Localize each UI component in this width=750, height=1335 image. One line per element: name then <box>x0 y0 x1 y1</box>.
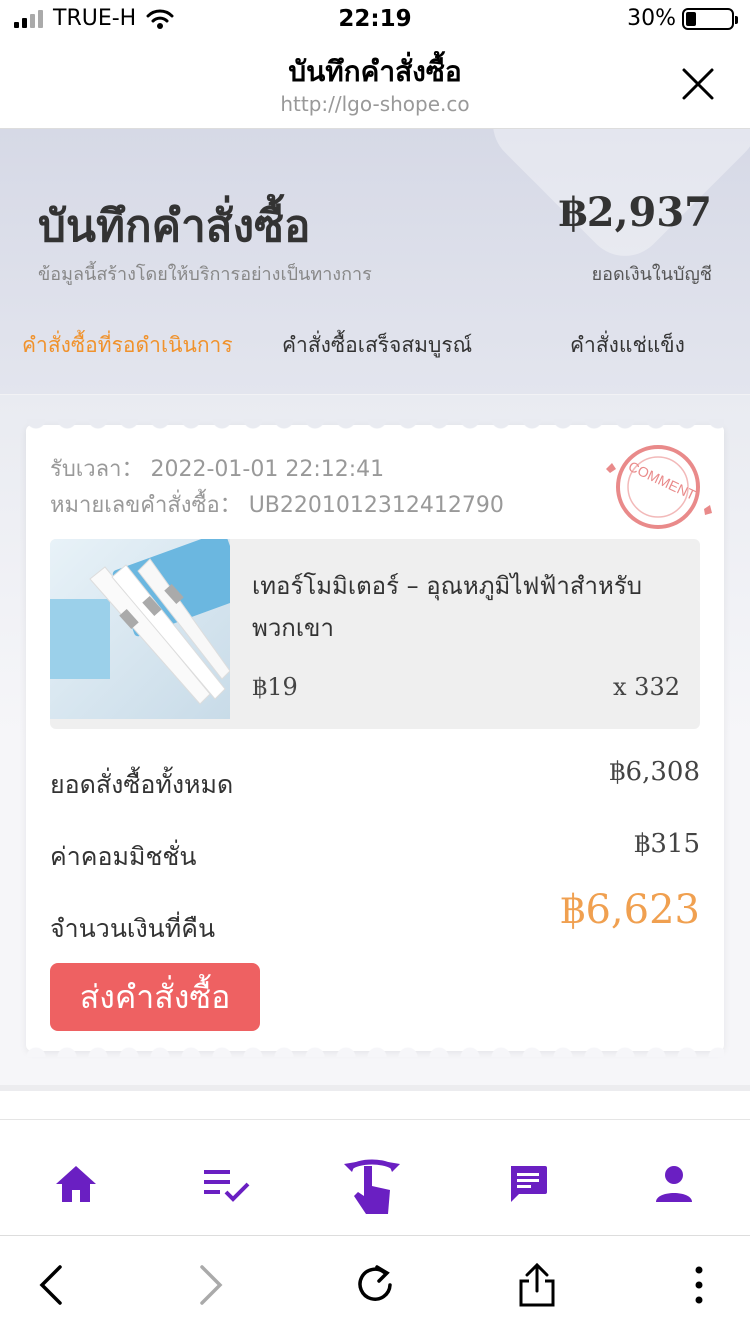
hero-title: บันทึกคำสั่งซื้อ <box>38 201 311 252</box>
order-time-row: รับเวลา： 2022-01-01 22:12:41 <box>50 451 384 486</box>
browser-header: บันทึกคำสั่งซื้อ http://lgo-shope.co <box>0 40 750 129</box>
order-time-label: รับเวลา： <box>50 457 144 482</box>
order-number-value: UB2201012312412790 <box>248 493 504 518</box>
reload-icon <box>358 1265 392 1301</box>
commission-row: ค่าคอมมิชชั่น ฿315 <box>50 827 700 877</box>
message-icon <box>511 1166 547 1202</box>
nav-tasks[interactable] <box>197 1154 257 1214</box>
forward-button[interactable] <box>186 1260 236 1310</box>
bottom-nav <box>0 1119 750 1236</box>
nav-home[interactable] <box>46 1154 106 1214</box>
submit-order-button[interactable]: ส่งคำสั่งซื้อ <box>50 963 260 1031</box>
status-right: 30% <box>627 6 738 31</box>
thermometer-image <box>50 539 248 705</box>
card-scallop-top <box>26 419 724 429</box>
account-balance: ฿2,937 <box>558 189 712 236</box>
nav-messages[interactable] <box>498 1154 558 1214</box>
close-icon[interactable] <box>678 64 718 104</box>
account-balance-label: ยอดเงินในบัญชี <box>591 264 712 285</box>
back-button[interactable] <box>26 1260 76 1310</box>
home-icon <box>56 1166 96 1202</box>
forward-icon <box>200 1265 223 1305</box>
order-total-row: ยอดสั่งซื้อทั้งหมด ฿6,308 <box>50 755 700 805</box>
battery-icon <box>682 7 738 30</box>
share-button[interactable] <box>512 1260 562 1310</box>
page-url[interactable]: http://lgo-shope.co <box>0 92 750 116</box>
product-image <box>50 539 248 719</box>
order-total-value: ฿6,308 <box>609 757 700 787</box>
hero-subtitle: ข้อมูลนี้สร้างโดยให้บริการอย่างเป็นทางกา… <box>38 264 372 285</box>
order-number-row: หมายเลขคำสั่งซื้อ： UB2201012312412790 <box>50 487 504 522</box>
product-item[interactable]: เทอร์โมมิเตอร์ – อุณหภูมิไฟฟ้าสำหรับพวกเ… <box>50 539 700 729</box>
tab-frozen[interactable]: คำสั่งแช่แข็ง <box>570 329 685 362</box>
reload-button[interactable] <box>350 1260 400 1310</box>
refund-row: จำนวนเงินที่คืน ฿6,623 <box>50 887 700 949</box>
order-tabs: คำสั่งซื้อที่รอดำเนินการ คำสั่งซื้อเสร็จ… <box>0 329 750 369</box>
nav-profile[interactable] <box>644 1154 704 1214</box>
browser-toolbar <box>0 1235 750 1335</box>
back-icon <box>39 1265 62 1305</box>
refund-label: จำนวนเงินที่คืน <box>50 914 216 943</box>
order-time-value: 2022-01-01 22:12:41 <box>150 457 385 482</box>
comment-stamp: COMMENT <box>606 445 712 529</box>
product-price: ฿19 <box>252 673 298 701</box>
card-scallop-bottom <box>26 1047 724 1057</box>
tab-completed[interactable]: คำสั่งซื้อเสร็จสมบูรณ์ <box>282 329 472 362</box>
refund-value: ฿6,623 <box>560 887 700 933</box>
more-button[interactable] <box>674 1260 724 1310</box>
product-name: เทอร์โมมิเตอร์ – อุณหภูมิไฟฟ้าสำหรับพวกเ… <box>252 572 642 642</box>
page-title: บันทึกคำสั่งซื้อ <box>288 55 462 88</box>
status-bar: TRUE-H 22:19 30% <box>0 0 750 40</box>
task-list-icon <box>204 1170 250 1202</box>
share-icon <box>519 1263 555 1307</box>
tap-hand-icon <box>344 1159 400 1214</box>
nav-grab[interactable] <box>342 1154 402 1214</box>
order-number-label: หมายเลขคำสั่งซื้อ： <box>50 493 242 518</box>
commission-value: ฿315 <box>633 829 700 859</box>
product-quantity: x 332 <box>613 673 680 701</box>
more-icon <box>695 1266 703 1304</box>
battery-percent: 30% <box>627 6 676 31</box>
hero-banner: บันทึกคำสั่งซื้อ ข้อมูลนี้สร้างโดยให้บริ… <box>0 129 750 394</box>
order-card: รับเวลา： 2022-01-01 22:12:41 หมายเลขคำสั… <box>26 419 724 1057</box>
commission-label: ค่าคอมมิชชั่น <box>50 842 197 871</box>
order-list: รับเวลา： 2022-01-01 22:12:41 หมายเลขคำสั… <box>0 395 750 1085</box>
next-card-peek <box>0 1085 750 1119</box>
tab-pending[interactable]: คำสั่งซื้อที่รอดำเนินการ <box>22 329 233 362</box>
order-total-label: ยอดสั่งซื้อทั้งหมด <box>50 770 234 799</box>
profile-icon <box>656 1166 692 1202</box>
